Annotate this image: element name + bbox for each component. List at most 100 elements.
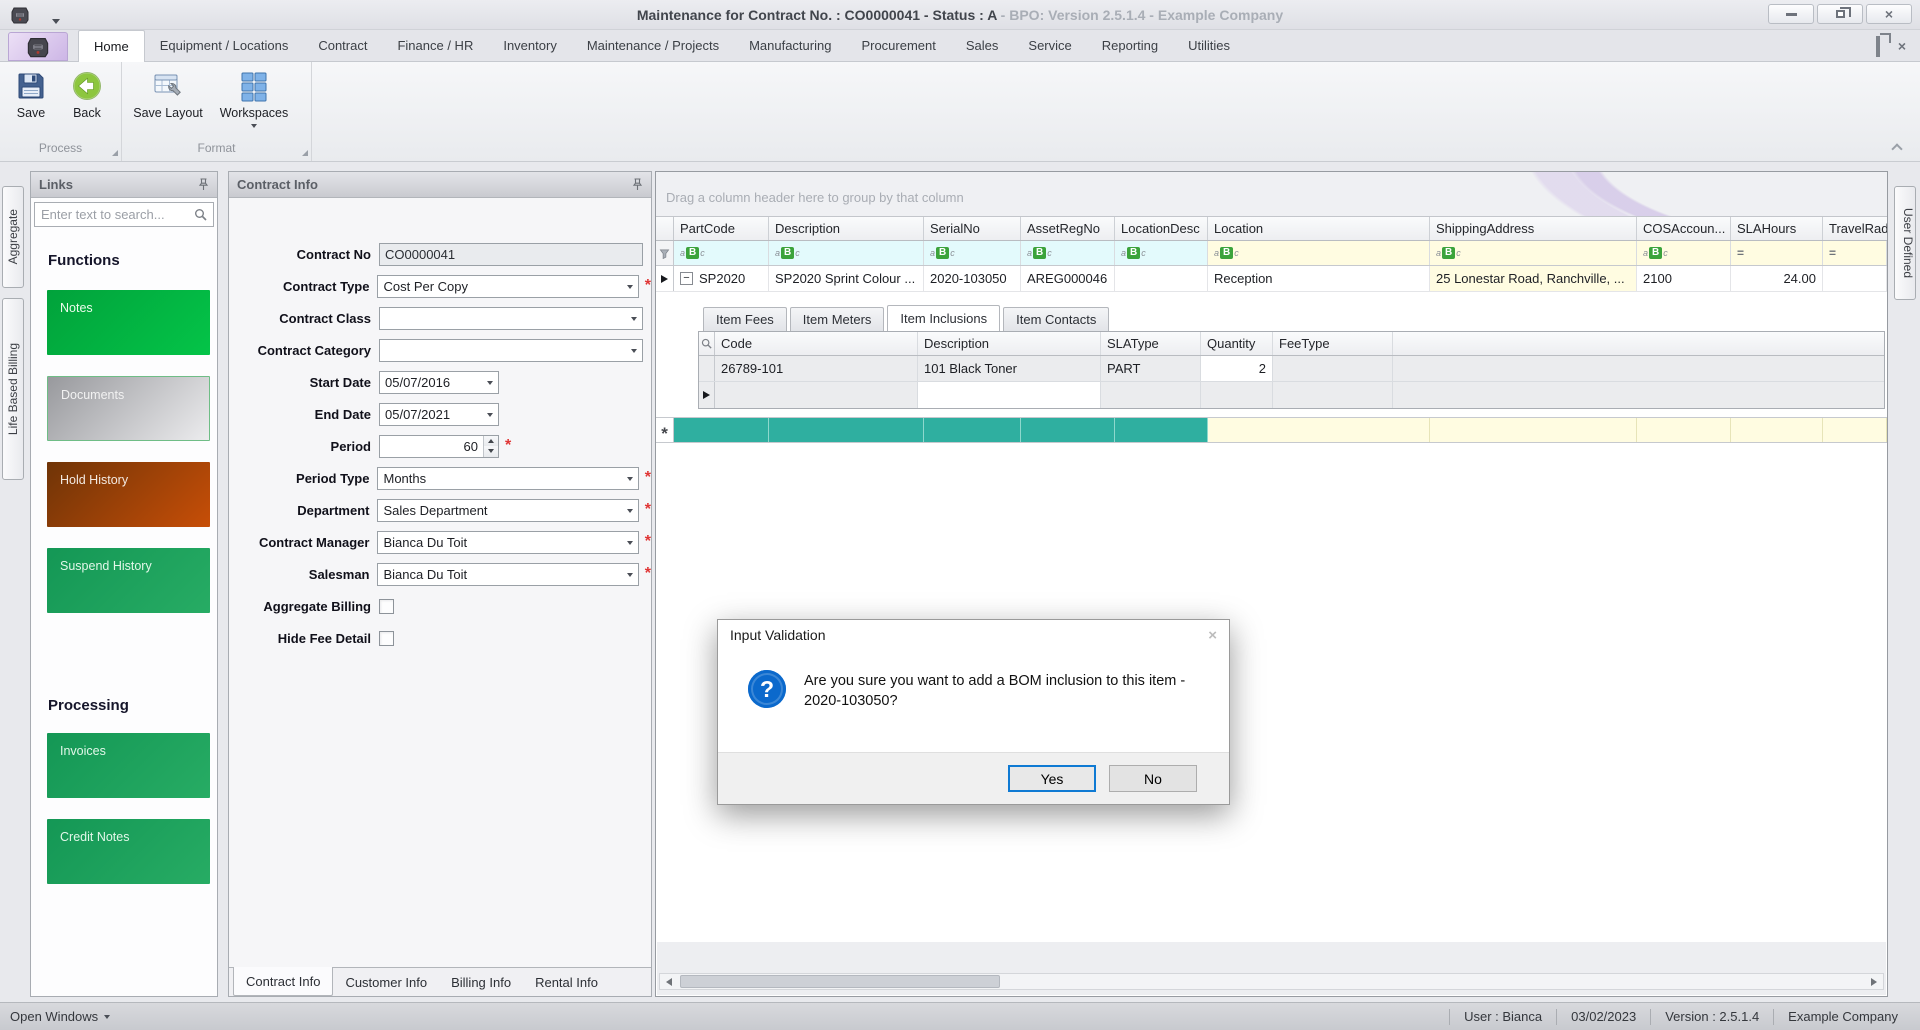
filter-partcode[interactable]: aBc xyxy=(674,241,769,265)
contract-class-select[interactable] xyxy=(379,306,643,330)
side-tab-life-based-billing[interactable]: Life Based Billing xyxy=(2,298,24,480)
tab-service[interactable]: Service xyxy=(1013,30,1086,62)
cell-shippingaddress[interactable]: 25 Lonestar Road, Ranchville, ... xyxy=(1430,266,1637,291)
subcell-description[interactable]: 101 Black Toner xyxy=(918,356,1101,381)
append-cell-location[interactable] xyxy=(1208,418,1430,442)
column-header-description[interactable]: Description xyxy=(769,217,924,240)
subgrid-search-icon[interactable] xyxy=(699,332,715,355)
subcell-code[interactable]: 26789-101 xyxy=(715,356,918,381)
process-group-launcher-icon[interactable] xyxy=(112,150,118,156)
pin-icon[interactable] xyxy=(198,178,209,191)
subcell-feetype[interactable] xyxy=(1273,356,1393,381)
tab-utilities[interactable]: Utilities xyxy=(1173,30,1245,62)
open-windows-button[interactable]: Open Windows xyxy=(0,1009,111,1024)
tab-procurement[interactable]: Procurement xyxy=(846,30,950,62)
format-group-launcher-icon[interactable] xyxy=(302,150,308,156)
column-header-shippingaddress[interactable]: ShippingAddress xyxy=(1430,217,1637,240)
subcolumn-header-description[interactable]: Description xyxy=(918,332,1101,355)
column-header-cosaccount[interactable]: COSAccoun... xyxy=(1637,217,1731,240)
cell-serialno[interactable]: 2020-103050 xyxy=(924,266,1021,291)
dialog-title-bar[interactable]: Input Validation × xyxy=(718,620,1229,650)
subcell-description-editing[interactable] xyxy=(918,382,1101,408)
tab-home[interactable]: Home xyxy=(78,30,145,63)
subcell-slatype-empty[interactable] xyxy=(1101,382,1201,408)
back-button[interactable]: Back xyxy=(64,68,110,138)
column-header-assetregno[interactable]: AssetRegNo xyxy=(1021,217,1115,240)
grid-group-panel[interactable]: Drag a column header here to group by th… xyxy=(656,172,1887,217)
tab-reporting[interactable]: Reporting xyxy=(1087,30,1173,62)
period-type-select[interactable]: Months xyxy=(377,466,639,490)
tab-manufacturing[interactable]: Manufacturing xyxy=(734,30,846,62)
subgrid-data-row[interactable]: 26789-101 101 Black Toner PART 2 xyxy=(699,356,1884,382)
append-cell-slahours[interactable] xyxy=(1731,418,1823,442)
pin-icon[interactable] xyxy=(632,178,643,191)
column-header-serialno[interactable]: SerialNo xyxy=(924,217,1021,240)
filter-travelradius[interactable]: = xyxy=(1823,241,1887,265)
save-layout-button[interactable]: Save Layout xyxy=(130,68,206,138)
no-button[interactable]: No xyxy=(1109,765,1197,792)
start-date-picker[interactable]: 05/07/2016 xyxy=(379,370,499,394)
aggregate-billing-checkbox[interactable] xyxy=(379,598,394,614)
subcell-quantity-empty[interactable] xyxy=(1201,382,1273,408)
subcell-code-empty[interactable] xyxy=(715,382,918,408)
tab-customer-info[interactable]: Customer Info xyxy=(333,968,439,996)
filter-serialno[interactable]: aBc xyxy=(924,241,1021,265)
links-search-input[interactable]: Enter text to search... xyxy=(34,202,214,227)
cell-location[interactable]: Reception xyxy=(1208,266,1430,291)
close-button[interactable]: × xyxy=(1866,4,1912,24)
subcolumn-header-quantity[interactable]: Quantity xyxy=(1201,332,1273,355)
append-cell-shippingaddress[interactable] xyxy=(1430,418,1637,442)
scroll-left-icon[interactable] xyxy=(660,974,677,989)
append-cell-travelradius[interactable] xyxy=(1823,418,1887,442)
column-header-locationdesc[interactable]: LocationDesc xyxy=(1115,217,1208,240)
tab-contract-info[interactable]: Contract Info xyxy=(233,967,334,996)
credit-notes-button[interactable]: Credit Notes xyxy=(47,819,210,884)
filter-assetregno[interactable]: aBc xyxy=(1021,241,1115,265)
grid-data-row[interactable]: − SP2020 SP2020 Sprint Colour ... 2020-1… xyxy=(656,266,1887,292)
append-cell-serialno[interactable] xyxy=(924,418,1021,442)
contract-manager-select[interactable]: Bianca Du Toit xyxy=(377,530,639,554)
contract-category-select[interactable] xyxy=(379,338,643,362)
tab-item-contacts[interactable]: Item Contacts xyxy=(1003,307,1110,331)
tab-contract[interactable]: Contract xyxy=(303,30,382,62)
notes-button[interactable]: Notes xyxy=(47,290,210,355)
subcolumn-header-slatype[interactable]: SLAType xyxy=(1101,332,1201,355)
ribbon-collapse-button[interactable] xyxy=(1888,141,1906,155)
column-header-location[interactable]: Location xyxy=(1208,217,1430,240)
subcell-quantity[interactable]: 2 xyxy=(1201,356,1273,381)
cell-travelradius[interactable] xyxy=(1823,266,1887,291)
tab-item-fees[interactable]: Item Fees xyxy=(703,307,787,331)
tab-finance-hr[interactable]: Finance / HR xyxy=(382,30,488,62)
department-select[interactable]: Sales Department xyxy=(377,498,639,522)
filter-description[interactable]: aBc xyxy=(769,241,924,265)
grid-append-row[interactable]: * xyxy=(656,417,1887,443)
subcell-slatype[interactable]: PART xyxy=(1101,356,1201,381)
column-header-travelradius[interactable]: TravelRadiu... xyxy=(1823,217,1887,240)
append-cell-locationdesc[interactable] xyxy=(1115,418,1208,442)
contract-no-input[interactable]: CO0000041 xyxy=(379,242,643,266)
tab-billing-info[interactable]: Billing Info xyxy=(439,968,523,996)
end-date-picker[interactable]: 05/07/2021 xyxy=(379,402,499,426)
append-cell-description[interactable] xyxy=(769,418,924,442)
side-tab-aggregate[interactable]: Aggregate xyxy=(2,186,24,288)
contract-type-select[interactable]: Cost Per Copy xyxy=(377,274,639,298)
tab-sales[interactable]: Sales xyxy=(951,30,1014,62)
yes-button[interactable]: Yes xyxy=(1008,765,1096,792)
cell-locationdesc[interactable] xyxy=(1115,266,1208,291)
period-stepper[interactable]: 60 xyxy=(379,434,499,458)
hide-fee-detail-checkbox[interactable] xyxy=(379,630,394,646)
restore-button[interactable] xyxy=(1817,4,1863,24)
salesman-select[interactable]: Bianca Du Toit xyxy=(377,562,639,586)
dialog-close-icon[interactable]: × xyxy=(1208,627,1217,644)
mdi-close-button[interactable]: × xyxy=(1898,38,1906,56)
horizontal-scrollbar[interactable] xyxy=(659,973,1884,990)
spinner-buttons[interactable] xyxy=(483,435,498,457)
tab-inventory[interactable]: Inventory xyxy=(488,30,571,62)
cell-partcode[interactable]: − SP2020 xyxy=(674,266,769,291)
scroll-right-icon[interactable] xyxy=(1865,974,1882,989)
collapse-detail-icon[interactable]: − xyxy=(680,272,693,285)
documents-button[interactable]: Documents xyxy=(47,376,210,441)
mdi-restore-button[interactable] xyxy=(1875,36,1880,57)
tab-rental-info[interactable]: Rental Info xyxy=(523,968,610,996)
append-cell-partcode[interactable] xyxy=(674,418,769,442)
